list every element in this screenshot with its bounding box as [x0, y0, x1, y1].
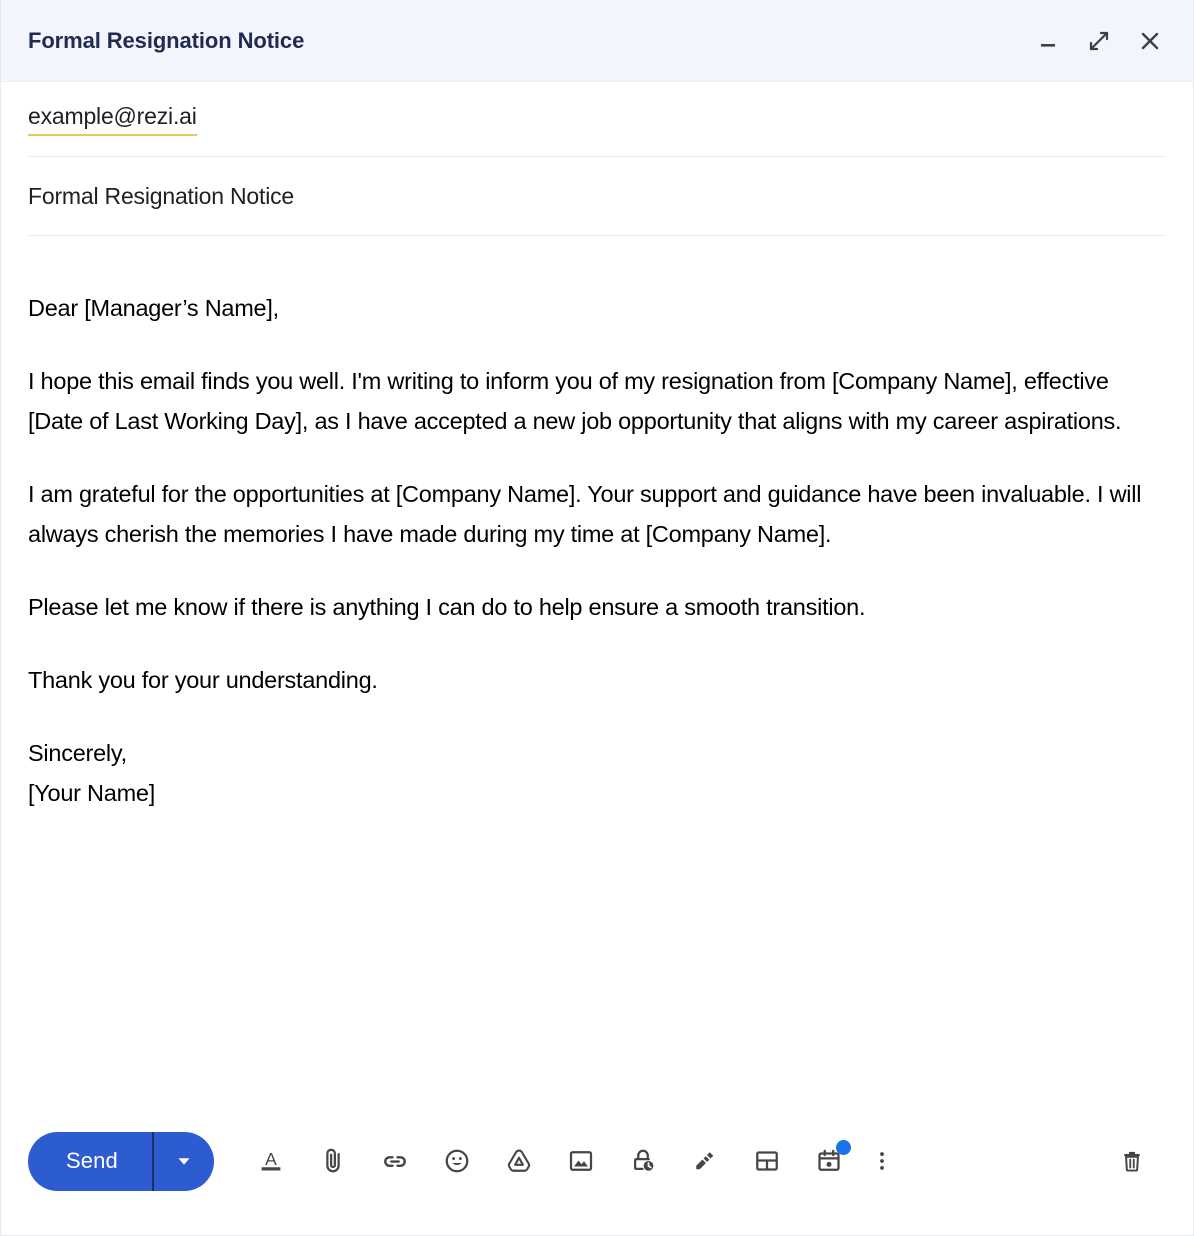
subject-input[interactable]: Formal Resignation Notice — [28, 183, 294, 210]
body-signature-name: [Your Name] — [28, 780, 156, 806]
calendar-icon[interactable] — [798, 1132, 860, 1190]
insert-link-icon[interactable] — [364, 1132, 426, 1190]
send-options-chevron-down-icon[interactable] — [154, 1132, 214, 1191]
discard-draft-icon[interactable] — [1104, 1132, 1160, 1190]
compose-footer-toolbar: Send A — [1, 1109, 1193, 1235]
insert-photo-icon[interactable] — [550, 1132, 612, 1190]
compose-window-title: Formal Resignation Notice — [28, 27, 305, 53]
body-paragraph: I hope this email finds you well. I'm wr… — [28, 368, 1122, 434]
compose-window: Formal Resignation Notice example@rezi.a… — [0, 0, 1194, 1236]
fullscreen-expand-icon[interactable] — [1084, 26, 1114, 56]
message-body-editor[interactable]: Dear [Manager’s Name], I hope this email… — [1, 236, 1193, 1109]
format-text-icon[interactable]: A — [240, 1132, 302, 1190]
subject-field-row: Formal Resignation Notice — [1, 157, 1193, 236]
window-controls — [1033, 26, 1165, 56]
google-drive-icon[interactable] — [488, 1132, 550, 1190]
svg-text:A: A — [265, 1149, 277, 1169]
send-button-group: Send — [28, 1131, 214, 1191]
insert-emoji-icon[interactable] — [426, 1132, 488, 1190]
recipient-input[interactable]: example@rezi.ai — [28, 102, 197, 137]
body-paragraph: Dear [Manager’s Name], — [28, 295, 279, 321]
more-options-icon[interactable] — [860, 1132, 904, 1190]
attach-file-icon[interactable] — [302, 1132, 364, 1190]
send-button[interactable]: Send — [28, 1132, 152, 1191]
compose-header: Formal Resignation Notice — [1, 0, 1193, 82]
calendar-notification-badge — [835, 1140, 851, 1155]
recipient-field-row: example@rezi.ai — [1, 82, 1193, 157]
formatting-toolbar: A — [240, 1132, 1104, 1190]
layout-template-icon[interactable] — [736, 1132, 798, 1190]
body-paragraph: Please let me know if there is anything … — [28, 594, 866, 620]
body-signoff: Sincerely, — [28, 740, 127, 766]
insert-signature-icon[interactable] — [674, 1132, 736, 1190]
body-paragraph: Thank you for your understanding. — [28, 667, 378, 693]
confidential-mode-icon[interactable] — [612, 1132, 674, 1190]
close-icon[interactable] — [1135, 26, 1165, 56]
body-paragraph: I am grateful for the opportunities at [… — [28, 481, 1142, 547]
minimize-icon[interactable] — [1033, 26, 1063, 56]
